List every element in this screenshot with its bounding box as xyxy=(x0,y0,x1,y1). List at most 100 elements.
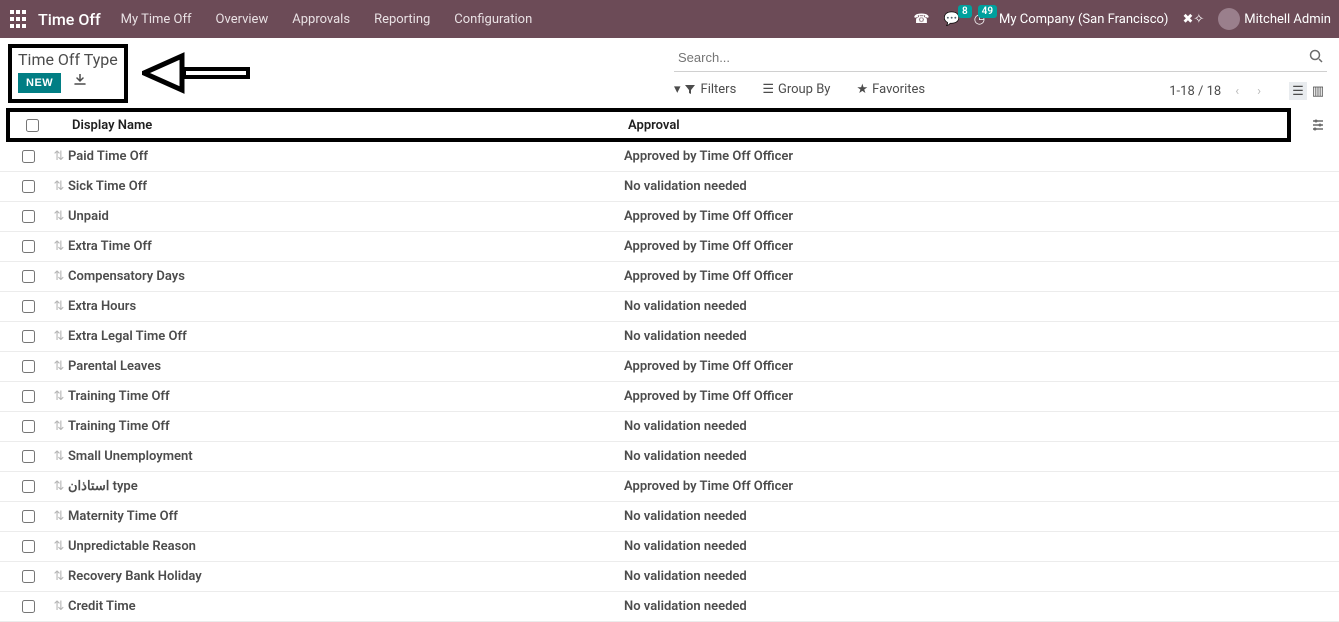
row-checkbox[interactable] xyxy=(22,210,35,223)
breadcrumb[interactable]: Time Off Type xyxy=(18,50,118,69)
row-checkbox-cell xyxy=(6,240,50,253)
filters-button[interactable]: ▾Filters xyxy=(674,82,736,97)
drag-handle-icon[interactable]: ⇅ xyxy=(50,179,68,194)
pager-text[interactable]: 1-18 / 18 xyxy=(1169,84,1221,99)
row-checkbox[interactable] xyxy=(22,390,35,403)
table-row[interactable]: ⇅Training Time OffApproved by Time Off O… xyxy=(0,382,1339,412)
activities-icon[interactable]: ◷49 xyxy=(974,12,985,27)
drag-handle-icon[interactable]: ⇅ xyxy=(50,329,68,344)
row-display-name: Extra Hours xyxy=(68,299,624,314)
nav-item-my-time-off[interactable]: My Time Off xyxy=(121,12,192,27)
row-checkbox-cell xyxy=(6,600,50,613)
drag-handle-icon[interactable]: ⇅ xyxy=(50,449,68,464)
table-row[interactable]: ⇅UnpaidApproved by Time Off Officer xyxy=(0,202,1339,232)
groupby-button[interactable]: ☰Group By xyxy=(762,82,830,97)
support-icon[interactable]: ☎ xyxy=(913,12,929,27)
table-header-highlight-box: Display Name Approval xyxy=(6,108,1291,142)
table-row[interactable]: ⇅Recovery Bank HolidayNo validation need… xyxy=(0,562,1339,592)
row-checkbox[interactable] xyxy=(22,180,35,193)
drag-handle-icon[interactable]: ⇅ xyxy=(50,209,68,224)
table-row[interactable]: ⇅Extra HoursNo validation needed xyxy=(0,292,1339,322)
table-row[interactable]: ⇅Small UnemploymentNo validation needed xyxy=(0,442,1339,472)
row-checkbox[interactable] xyxy=(22,270,35,283)
row-display-name: Training Time Off xyxy=(68,419,624,434)
row-checkbox[interactable] xyxy=(22,330,35,343)
row-checkbox[interactable] xyxy=(22,360,35,373)
user-name: Mitchell Admin xyxy=(1244,12,1331,27)
apps-icon[interactable] xyxy=(8,9,28,29)
table-row[interactable]: ⇅Unpredictable ReasonNo validation neede… xyxy=(0,532,1339,562)
row-checkbox-cell xyxy=(6,540,50,553)
row-approval: Approved by Time Off Officer xyxy=(624,209,1339,224)
table-row[interactable]: ⇅Extra Legal Time OffNo validation neede… xyxy=(0,322,1339,352)
drag-handle-icon[interactable]: ⇅ xyxy=(50,419,68,434)
pager-next-icon[interactable]: › xyxy=(1253,84,1265,99)
row-checkbox[interactable] xyxy=(22,420,35,433)
row-display-name: Recovery Bank Holiday xyxy=(68,569,624,584)
row-checkbox[interactable] xyxy=(22,540,35,553)
row-approval: No validation needed xyxy=(624,299,1339,314)
row-display-name: Parental Leaves xyxy=(68,359,624,374)
drag-handle-icon[interactable]: ⇅ xyxy=(50,299,68,314)
select-all-checkbox[interactable] xyxy=(26,119,39,132)
drag-handle-icon[interactable]: ⇅ xyxy=(50,359,68,374)
row-checkbox[interactable] xyxy=(22,510,35,523)
drag-handle-icon[interactable]: ⇅ xyxy=(50,509,68,524)
kanban-view-icon[interactable]: ▥ xyxy=(1309,82,1327,100)
nav-item-approvals[interactable]: Approvals xyxy=(292,12,350,27)
table-row[interactable]: ⇅Parental LeavesApproved by Time Off Off… xyxy=(0,352,1339,382)
nav-item-overview[interactable]: Overview xyxy=(216,12,269,27)
drag-handle-icon[interactable]: ⇅ xyxy=(50,479,68,494)
row-checkbox[interactable] xyxy=(22,450,35,463)
row-checkbox-cell xyxy=(6,360,50,373)
row-checkbox-cell xyxy=(6,330,50,343)
company-switcher[interactable]: My Company (San Francisco) xyxy=(999,12,1168,27)
table-row[interactable]: ⇅Compensatory DaysApproved by Time Off O… xyxy=(0,262,1339,292)
toolbar: Time Off Type NEW ▾Filters ☰Group By ★Fa… xyxy=(0,38,1339,104)
drag-handle-icon[interactable]: ⇅ xyxy=(50,389,68,404)
favorites-button[interactable]: ★Favorites xyxy=(856,82,925,97)
row-approval: No validation needed xyxy=(624,539,1339,554)
drag-handle-icon[interactable]: ⇅ xyxy=(50,569,68,584)
drag-handle-icon[interactable]: ⇅ xyxy=(50,599,68,614)
row-display-name: Extra Legal Time Off xyxy=(68,329,624,344)
row-display-name: استاذان type xyxy=(68,479,624,494)
nav-item-reporting[interactable]: Reporting xyxy=(374,12,430,27)
table-row[interactable]: ⇅Sick Time OffNo validation needed xyxy=(0,172,1339,202)
download-icon[interactable] xyxy=(74,74,86,90)
drag-handle-icon[interactable]: ⇅ xyxy=(50,239,68,254)
drag-handle-icon[interactable]: ⇅ xyxy=(50,149,68,164)
row-checkbox-cell xyxy=(6,210,50,223)
row-checkbox[interactable] xyxy=(22,300,35,313)
nav-item-configuration[interactable]: Configuration xyxy=(454,12,532,27)
list-view-icon[interactable]: ☰ xyxy=(1289,82,1307,100)
row-checkbox[interactable] xyxy=(22,570,35,583)
tools-icon[interactable]: ✖✧ xyxy=(1182,12,1204,27)
pager-prev-icon[interactable]: ‹ xyxy=(1231,84,1243,99)
row-checkbox[interactable] xyxy=(22,480,35,493)
search-icon[interactable] xyxy=(1305,49,1327,67)
drag-handle-icon[interactable]: ⇅ xyxy=(50,539,68,554)
row-checkbox-cell xyxy=(6,480,50,493)
table-row[interactable]: ⇅Training Time OffNo validation needed xyxy=(0,412,1339,442)
table-row[interactable]: ⇅Maternity Time OffNo validation needed xyxy=(0,502,1339,532)
row-checkbox[interactable] xyxy=(22,600,35,613)
header-approval[interactable]: Approval xyxy=(628,118,1287,133)
search-input[interactable] xyxy=(674,48,1305,67)
brand-title[interactable]: Time Off xyxy=(38,10,101,29)
messages-icon[interactable]: 💬8 xyxy=(944,12,960,27)
header-display-name[interactable]: Display Name xyxy=(72,118,628,133)
row-checkbox[interactable] xyxy=(22,240,35,253)
drag-handle-icon[interactable]: ⇅ xyxy=(50,269,68,284)
row-checkbox-cell xyxy=(6,420,50,433)
table-row[interactable]: ⇅استاذان typeApproved by Time Off Office… xyxy=(0,472,1339,502)
row-display-name: Sick Time Off xyxy=(68,179,624,194)
table-row[interactable]: ⇅Paid Time OffApproved by Time Off Offic… xyxy=(0,142,1339,172)
row-checkbox-cell xyxy=(6,450,50,463)
optional-columns-icon[interactable] xyxy=(1311,118,1325,136)
row-checkbox-cell xyxy=(6,270,50,283)
user-menu[interactable]: Mitchell Admin xyxy=(1218,8,1331,30)
new-button[interactable]: NEW xyxy=(18,73,61,93)
table-row[interactable]: ⇅Extra Time OffApproved by Time Off Offi… xyxy=(0,232,1339,262)
row-checkbox[interactable] xyxy=(22,150,35,163)
